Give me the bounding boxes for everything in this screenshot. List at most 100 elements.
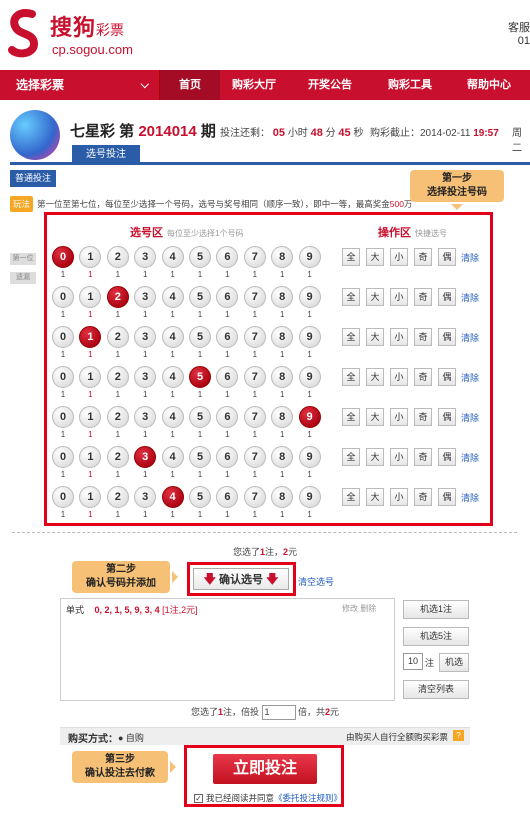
number-ball[interactable]: 4: [161, 486, 184, 508]
quick-pick-button[interactable]: 全: [342, 368, 360, 386]
quick-pick-button[interactable]: 大: [366, 408, 384, 426]
number-ball[interactable]: 8: [271, 446, 294, 468]
number-ball[interactable]: 2: [106, 486, 129, 508]
quick-pick-button[interactable]: 奇: [414, 448, 432, 466]
quick-pick-button[interactable]: 全: [342, 248, 360, 266]
quick-pick-button[interactable]: 全: [342, 488, 360, 506]
quick-pick-button[interactable]: 奇: [414, 248, 432, 266]
number-ball[interactable]: 9: [298, 406, 321, 428]
number-ball[interactable]: 7: [243, 406, 266, 428]
number-ball[interactable]: 8: [271, 286, 294, 308]
number-ball[interactable]: 6: [216, 446, 239, 468]
confirm-selection-button[interactable]: 🡇 确认选号 🡇: [193, 568, 289, 590]
number-ball[interactable]: 1: [79, 406, 102, 428]
quick-pick-button[interactable]: 偶: [438, 448, 456, 466]
number-ball[interactable]: 0: [52, 326, 74, 348]
quick-pick-button[interactable]: 小: [390, 368, 408, 386]
number-ball[interactable]: 7: [243, 286, 266, 308]
agree-rules-link[interactable]: 《委托投注规则》: [274, 793, 342, 803]
clear-row-link[interactable]: 清除: [461, 331, 479, 344]
number-ball[interactable]: 3: [134, 286, 157, 308]
number-ball[interactable]: 2: [106, 246, 129, 268]
quick-pick-button[interactable]: 偶: [438, 488, 456, 506]
number-ball[interactable]: 1: [79, 486, 102, 508]
number-ball[interactable]: 2: [106, 286, 129, 308]
quick-pick-button[interactable]: 奇: [414, 488, 432, 506]
number-ball[interactable]: 9: [298, 366, 321, 388]
clear-row-link[interactable]: 清除: [461, 371, 479, 384]
quick-pick-button[interactable]: 大: [366, 488, 384, 506]
quick-pick-button[interactable]: 大: [366, 368, 384, 386]
number-ball[interactable]: 9: [298, 326, 321, 348]
number-ball[interactable]: 4: [161, 446, 184, 468]
quick-pick-button[interactable]: 小: [390, 248, 408, 266]
random-n-button[interactable]: 机选: [439, 653, 469, 672]
quick-pick-button[interactable]: 奇: [414, 328, 432, 346]
number-ball[interactable]: 4: [161, 326, 184, 348]
number-ball[interactable]: 3: [134, 246, 157, 268]
number-ball[interactable]: 5: [189, 406, 211, 428]
random-count-input[interactable]: 10: [403, 653, 423, 670]
clear-row-link[interactable]: 清除: [461, 491, 479, 504]
number-ball[interactable]: 1: [79, 326, 102, 348]
list-row[interactable]: 单式 0, 2, 1, 5, 9, 3, 4 [1注,2元]: [66, 603, 198, 616]
number-ball[interactable]: 0: [52, 286, 74, 308]
number-ball[interactable]: 6: [216, 366, 239, 388]
number-ball[interactable]: 8: [271, 406, 294, 428]
number-ball[interactable]: 1: [79, 246, 102, 268]
number-ball[interactable]: 0: [52, 406, 74, 428]
multiplier-input[interactable]: 1: [261, 705, 296, 721]
number-ball[interactable]: 6: [216, 326, 239, 348]
quick-pick-button[interactable]: 小: [390, 488, 408, 506]
number-ball[interactable]: 1: [79, 286, 102, 308]
number-ball[interactable]: 2: [106, 446, 129, 468]
number-ball[interactable]: 0: [52, 486, 74, 508]
random-1-button[interactable]: 机选1注: [403, 600, 469, 619]
clear-row-link[interactable]: 清除: [461, 411, 479, 424]
number-ball[interactable]: 4: [161, 246, 184, 268]
number-ball[interactable]: 9: [298, 286, 321, 308]
number-ball[interactable]: 3: [134, 486, 157, 508]
number-ball[interactable]: 9: [298, 246, 321, 268]
number-ball[interactable]: 1: [79, 366, 102, 388]
number-ball[interactable]: 4: [161, 406, 184, 428]
number-ball[interactable]: 7: [243, 366, 266, 388]
number-ball[interactable]: 9: [298, 446, 321, 468]
quick-pick-button[interactable]: 奇: [414, 288, 432, 306]
quick-pick-button[interactable]: 大: [366, 248, 384, 266]
quick-pick-button[interactable]: 全: [342, 288, 360, 306]
clear-row-link[interactable]: 清除: [461, 251, 479, 264]
quick-pick-button[interactable]: 偶: [438, 408, 456, 426]
number-ball[interactable]: 0: [52, 246, 74, 268]
quick-pick-button[interactable]: 小: [390, 328, 408, 346]
number-ball[interactable]: 0: [52, 446, 74, 468]
number-ball[interactable]: 2: [106, 366, 129, 388]
number-ball[interactable]: 5: [189, 246, 211, 268]
number-ball[interactable]: 8: [271, 246, 294, 268]
number-ball[interactable]: 8: [271, 326, 294, 348]
random-5-button[interactable]: 机选5注: [403, 627, 469, 646]
quick-pick-button[interactable]: 大: [366, 288, 384, 306]
number-ball[interactable]: 5: [189, 486, 211, 508]
number-ball[interactable]: 9: [298, 486, 321, 508]
quick-pick-button[interactable]: 偶: [438, 368, 456, 386]
number-ball[interactable]: 6: [216, 486, 239, 508]
quick-pick-button[interactable]: 偶: [438, 248, 456, 266]
number-ball[interactable]: 8: [271, 486, 294, 508]
number-ball[interactable]: 7: [243, 446, 266, 468]
quick-pick-button[interactable]: 大: [366, 448, 384, 466]
number-ball[interactable]: 2: [106, 406, 129, 428]
clear-list-button[interactable]: 清空列表: [403, 680, 469, 699]
quick-pick-button[interactable]: 奇: [414, 368, 432, 386]
number-ball[interactable]: 4: [161, 286, 184, 308]
number-ball[interactable]: 4: [161, 366, 184, 388]
quick-pick-button[interactable]: 小: [390, 408, 408, 426]
clear-row-link[interactable]: 清除: [461, 451, 479, 464]
payment-self-radio[interactable]: ● 自购: [118, 731, 144, 744]
number-ball[interactable]: 5: [189, 366, 211, 388]
number-ball[interactable]: 3: [134, 326, 157, 348]
number-ball[interactable]: 8: [271, 366, 294, 388]
quick-pick-button[interactable]: 偶: [438, 328, 456, 346]
quick-pick-button[interactable]: 小: [390, 288, 408, 306]
number-ball[interactable]: 5: [189, 446, 211, 468]
